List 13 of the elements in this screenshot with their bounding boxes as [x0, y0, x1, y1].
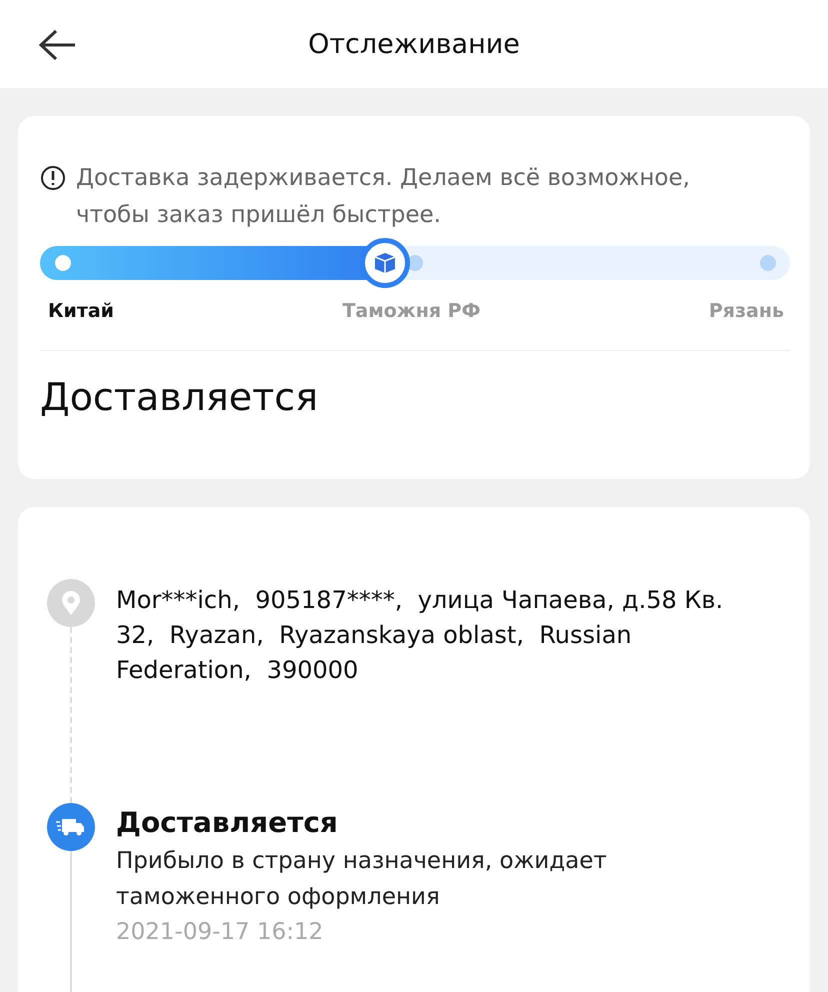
event-title: Доставляется: [116, 805, 339, 841]
delivery-status: Доставляется: [40, 375, 320, 419]
route-stop-label: Китай: [48, 300, 114, 322]
page-title: Отслеживание: [308, 28, 520, 60]
truck-icon: [47, 803, 95, 851]
route-stop-label: Рязань: [708, 300, 784, 322]
delivery-address: Mor***ich, 905187****, улица Чапаева, д.58 Кв. 32, Ryazan, Ryazanskaya oblast, Russian Federation, 390000: [116, 585, 724, 686]
box-icon: [372, 250, 398, 276]
delay-notice: Доставка задерживается. Делаем всё возможное, чтобы заказ пришёл быстрее.: [76, 164, 691, 230]
route-stop-label: Таможня РФ: [342, 300, 480, 322]
exclamation-icon: [40, 165, 66, 191]
event-description: Прибыло в страну назначения, ожидает таможенного оформления: [116, 847, 608, 912]
event-time: 2021-09-17 16:12: [116, 918, 324, 947]
